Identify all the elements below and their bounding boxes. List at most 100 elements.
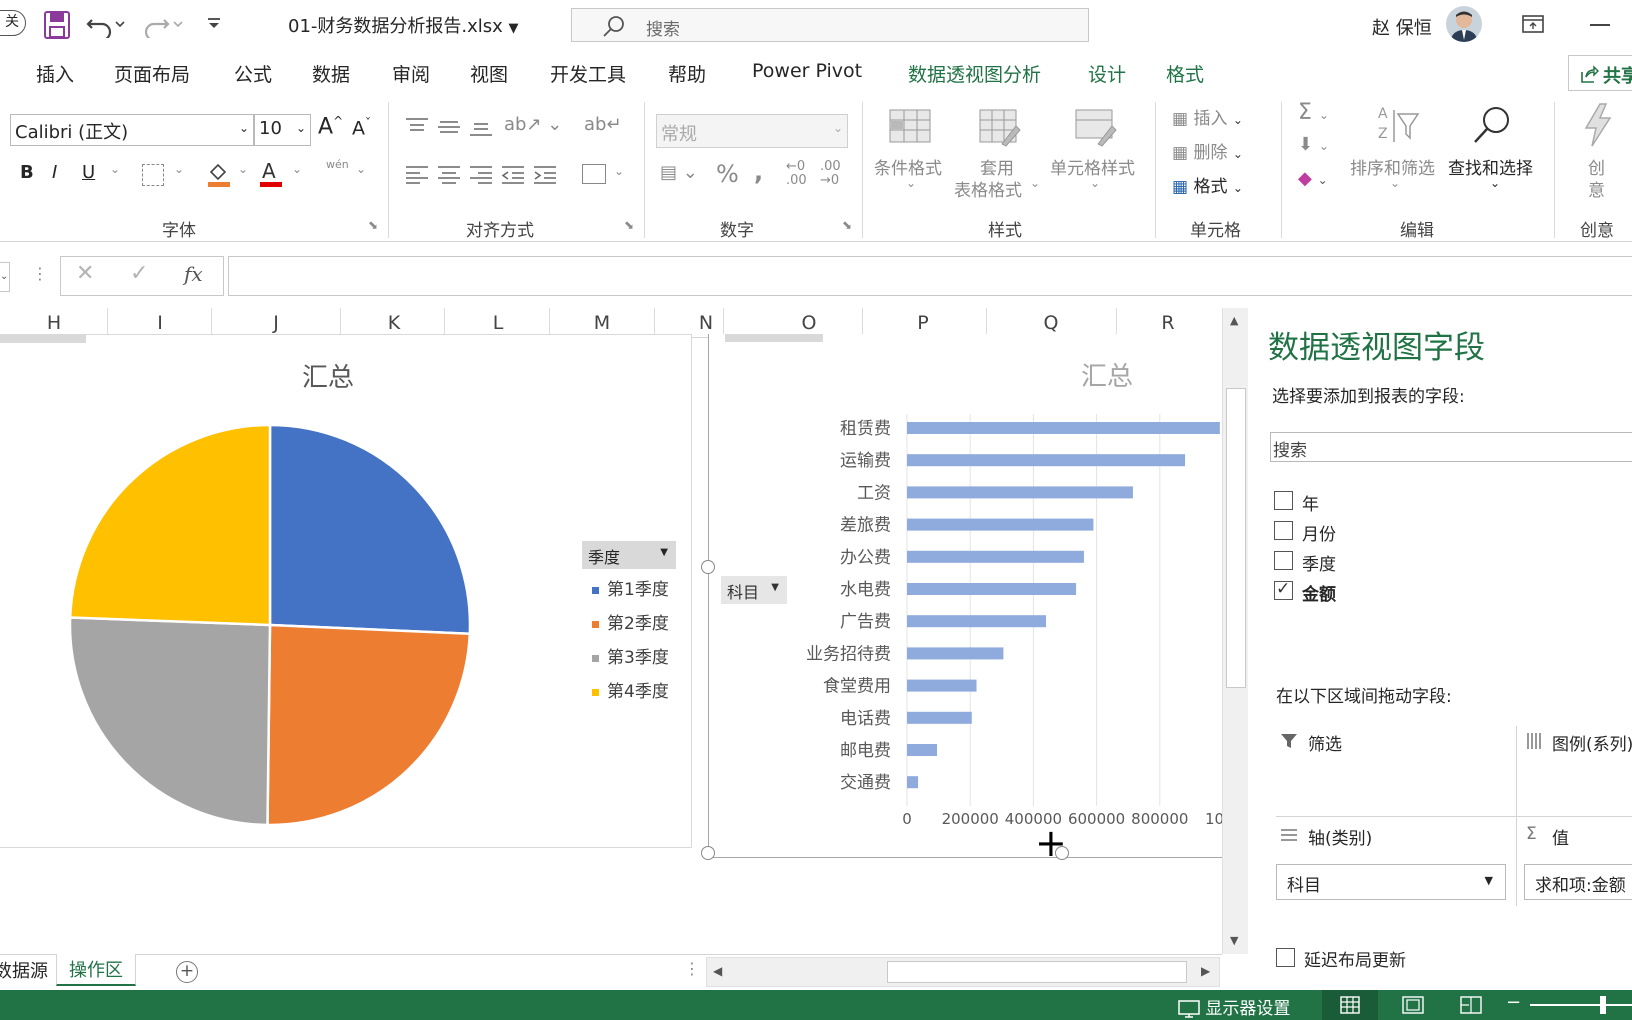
bar[interactable] (907, 744, 938, 756)
increase-font-icon[interactable]: A^ (318, 114, 343, 139)
sort-filter-icon[interactable]: AZ (1376, 104, 1420, 148)
share-button[interactable]: 共享 (1568, 55, 1632, 91)
increase-decimal-icon[interactable]: ←0.00 (786, 160, 807, 188)
chevron-down-icon[interactable]: ⌄ (1390, 176, 1400, 190)
align-center-icon[interactable] (436, 164, 462, 186)
filter-area[interactable]: 筛选 (1276, 726, 1512, 812)
tab-formulas[interactable]: 公式 (234, 60, 272, 87)
enter-icon[interactable]: ✓ (130, 261, 148, 286)
delete-cells-button[interactable]: ▦ 删除 ⌄ (1172, 138, 1243, 163)
decrease-decimal-icon[interactable]: .00 →0 (820, 160, 841, 188)
percent-icon[interactable]: % (716, 160, 739, 188)
chevron-down-icon[interactable]: ⌄ (1090, 176, 1100, 190)
field-checkbox-year[interactable] (1274, 491, 1293, 510)
page-layout-view-icon[interactable] (1402, 996, 1424, 1014)
defer-update-checkbox[interactable] (1276, 948, 1295, 967)
underline-icon[interactable]: U (82, 162, 95, 183)
tab-data[interactable]: 数据 (312, 60, 350, 87)
tab-power-pivot[interactable]: Power Pivot (752, 60, 862, 82)
align-top-icon[interactable] (404, 116, 430, 138)
autosum-icon[interactable]: Σ ⌄ (1298, 100, 1329, 125)
align-bottom-icon[interactable] (468, 116, 494, 138)
tab-split-grip[interactable]: ⋮ (684, 959, 700, 978)
format-as-table-icon[interactable] (978, 108, 1022, 148)
ribbon-display-icon[interactable] (1522, 14, 1544, 38)
insert-function-icon[interactable]: fx (184, 262, 203, 286)
find-select-icon[interactable] (1470, 104, 1514, 148)
display-settings-button[interactable]: 显示器设置 (1178, 994, 1290, 1019)
scroll-thumb[interactable] (887, 961, 1187, 983)
chevron-down-icon[interactable]: ⌄ (906, 176, 916, 190)
pie-slice[interactable] (266, 623, 472, 827)
bar[interactable] (907, 550, 1084, 563)
chevron-down-icon[interactable]: ⌄ (238, 162, 248, 176)
clear-icon[interactable]: ◆ ⌄ (1298, 168, 1328, 189)
insert-cells-button[interactable]: ▦ 插入 ⌄ (1172, 104, 1243, 129)
bar[interactable] (907, 711, 972, 724)
legend-area[interactable]: 图例(系列) (1520, 726, 1632, 812)
lightning-icon[interactable] (1582, 102, 1614, 148)
undo-icon[interactable] (86, 12, 126, 42)
axis-area[interactable]: 轴(类别) 科目 ▼ (1276, 822, 1512, 912)
tab-page-layout[interactable]: 页面布局 (114, 60, 190, 87)
column-header[interactable]: I (140, 312, 180, 334)
tab-developer[interactable]: 开发工具 (550, 60, 626, 87)
tab-review[interactable]: 审阅 (392, 60, 430, 87)
bar[interactable] (907, 454, 1186, 467)
decrease-font-icon[interactable]: Aˇ (352, 116, 371, 139)
bar[interactable] (907, 486, 1133, 499)
legend-item[interactable]: 第3季度 (592, 643, 669, 668)
avatar[interactable] (1446, 6, 1482, 42)
formula-bar-grip[interactable]: ⋮ (32, 264, 48, 283)
name-box-dropdown-icon[interactable]: ⌄ (0, 262, 10, 292)
fill-color-icon[interactable] (206, 160, 232, 192)
bar[interactable] (907, 583, 1077, 595)
increase-indent-icon[interactable] (532, 164, 558, 186)
sheet-tab-workspace[interactable]: 操作区 (56, 954, 136, 986)
bar-chart[interactable]: 汇总 科目 ▼ 租赁费 运输费 工资 差旅费 办公费 水电费 广告费 业务招待费 食堂费用 电话费邮… (701, 334, 1223, 862)
pie-slice[interactable] (68, 616, 272, 827)
fill-icon[interactable]: ⬇ ⌄ (1298, 134, 1329, 155)
scroll-left-icon[interactable]: ◀ (713, 964, 722, 978)
column-header[interactable]: H (34, 312, 74, 334)
legend-item[interactable]: 第1季度 (592, 575, 669, 600)
column-header[interactable]: N (686, 312, 726, 334)
align-middle-icon[interactable] (436, 116, 462, 138)
comma-icon[interactable]: , (754, 158, 763, 186)
pie-chart[interactable]: 汇总 季度 ▼ 第1季度 第2季度 第3季度 第4季度 (0, 334, 692, 848)
bar[interactable] (907, 776, 919, 789)
tab-pivotchart-analyze[interactable]: 数据透视图分析 (908, 60, 1041, 87)
dialog-launcher-icon[interactable]: ⬊ (624, 218, 634, 232)
dialog-launcher-icon[interactable]: ⬊ (368, 218, 378, 232)
axis-field-pill[interactable]: 科目 ▼ (1276, 864, 1506, 900)
legend-item[interactable]: 第2季度 (592, 609, 669, 634)
normal-view-button[interactable] (1322, 990, 1378, 1020)
chevron-down-icon[interactable]: ⌄ (110, 162, 120, 176)
pie-slice[interactable] (68, 423, 272, 627)
conditional-format-icon[interactable] (888, 108, 932, 144)
legend-field-button[interactable]: 季度 ▼ (582, 541, 676, 569)
worksheet-area[interactable]: 汇总 季度 ▼ 第1季度 第2季度 第3季度 第4季度 汇总 科目 ▼ 租赁费 运输费… (0, 334, 1223, 954)
zoom-slider-thumb[interactable] (1600, 996, 1606, 1014)
chevron-down-icon[interactable]: ⌄ (356, 162, 366, 176)
scroll-up-icon[interactable]: ▲ (1230, 314, 1238, 327)
legend-item[interactable]: 第4季度 (592, 677, 669, 702)
column-header[interactable]: P (903, 312, 943, 334)
minimize-icon[interactable] (1590, 24, 1610, 26)
pie-slice[interactable] (268, 423, 472, 636)
dialog-launcher-icon[interactable]: ⬊ (842, 218, 852, 232)
column-header[interactable]: R (1148, 312, 1188, 334)
chevron-down-icon[interactable]: ⌄ (174, 162, 184, 176)
format-as-table-label-2[interactable]: 表格格式 (954, 176, 1022, 201)
autosave-toggle[interactable]: 关 (0, 10, 26, 36)
sheet-tab-data-source[interactable]: 数据源 (0, 957, 61, 985)
chevron-down-icon[interactable]: ⌄ (614, 164, 624, 178)
number-format-combo[interactable]: 常规 ⌄ (656, 114, 848, 148)
italic-icon[interactable]: I (52, 162, 57, 183)
horizontal-scrollbar[interactable]: ◀ ▶ (706, 957, 1220, 987)
align-right-icon[interactable] (468, 164, 494, 186)
bar[interactable] (907, 518, 1094, 531)
column-header[interactable]: K (374, 312, 414, 334)
chevron-down-icon[interactable]: ⌄ (292, 162, 302, 176)
pivot-value-field-button[interactable] (0, 335, 86, 343)
